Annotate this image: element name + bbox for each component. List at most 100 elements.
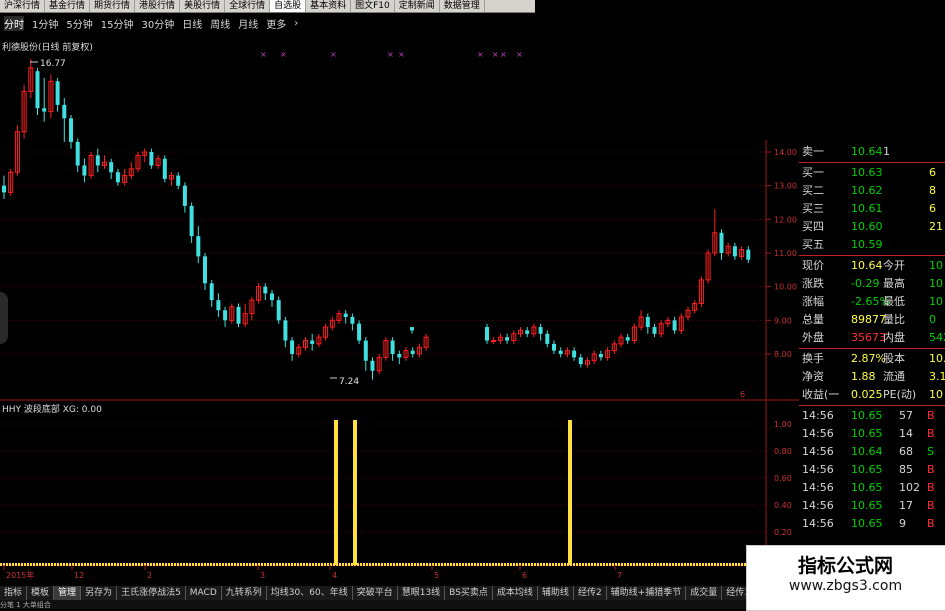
baseline-dot (18, 563, 20, 566)
baseline-dot (9, 563, 11, 566)
toolbar-left-knob-icon[interactable] (0, 292, 8, 344)
period-tab[interactable]: 15分钟 (101, 16, 134, 31)
baseline-dot (231, 563, 233, 566)
indicator-tab[interactable]: 指标 (0, 586, 28, 600)
top-tab[interactable]: 图文F10 (351, 0, 395, 12)
baseline-dot (291, 563, 293, 566)
bid-row: 买二 10.62 8 (799, 182, 945, 200)
indicator-tab[interactable]: 模板 (27, 586, 55, 600)
baseline-dot (402, 563, 404, 566)
candle-body (652, 327, 657, 334)
baseline-dot (87, 563, 89, 566)
baseline-dot (654, 563, 656, 566)
candle-body (42, 108, 47, 112)
baseline-dot (360, 563, 362, 566)
baseline-dot (636, 563, 638, 566)
candle-body (109, 162, 114, 173)
candle-body (746, 249, 751, 260)
price-tick-label: 10.00 (774, 283, 797, 292)
baseline-dot (327, 563, 329, 566)
top-tab[interactable]: 美股行情 (180, 0, 226, 12)
candle-body (410, 327, 414, 331)
tick-time: 14:56 (802, 499, 834, 512)
top-tab[interactable]: 沪深行情 (0, 0, 46, 12)
baseline-dot (261, 563, 263, 566)
baseline-dot (684, 563, 686, 566)
indicator-tab[interactable]: 成本均线 (493, 586, 538, 600)
period-tab[interactable]: 30分钟 (141, 16, 174, 31)
baseline-dot (333, 563, 335, 566)
baseline-dot (186, 563, 188, 566)
indicator-tab[interactable]: 王氏涨停战法5 (117, 586, 186, 600)
indicator-tab[interactable]: 管理 (54, 586, 82, 600)
indicator-tab[interactable]: BS买卖点 (445, 586, 493, 600)
signal-bar (334, 420, 338, 565)
high-price-label: 16.77 (40, 59, 66, 69)
chart-area[interactable]: 14.00 13.00 12.00 11.00 10.00 9.00 8.00 1.00 0.8… (0, 32, 800, 586)
baseline-dot (297, 563, 299, 566)
period-tab[interactable]: 分时 (4, 15, 24, 31)
period-tab[interactable]: 月线 (238, 16, 258, 31)
top-tab[interactable]: 数据管理 (440, 0, 485, 12)
baseline-dot (138, 563, 140, 566)
baseline-dot (141, 563, 143, 566)
top-tab[interactable]: 全球行情 (225, 0, 271, 12)
baseline-dot (609, 563, 611, 566)
baseline-dot (252, 563, 254, 566)
indicator-tab[interactable]: 均线30、60、年线 (267, 586, 353, 600)
baseline-dot (21, 563, 23, 566)
top-tab[interactable]: 期货行情 (90, 0, 136, 12)
indicator-tab[interactable]: 突破平台 (353, 586, 398, 600)
tick-row: 14:56 10.64 68 S (799, 443, 945, 461)
tick-volume: 102 (899, 481, 920, 494)
baseline-dot (585, 563, 587, 566)
indicator-tab[interactable]: 慧眼13线 (398, 586, 446, 600)
period-tab[interactable]: 1分钟 (32, 16, 58, 31)
baseline-dot (606, 563, 608, 566)
indicator-tick-label: 0.20 (774, 528, 792, 537)
indicator-tab[interactable]: 另存为 (81, 586, 118, 600)
indicator-tab[interactable]: 辅助线 (538, 586, 574, 600)
chevron-right-icon[interactable]: › (294, 18, 298, 29)
baseline-dot (129, 563, 131, 566)
baseline-dot (396, 563, 398, 566)
event-marker-icon: × (260, 50, 267, 59)
period-tab[interactable]: 周线 (210, 16, 230, 31)
baseline-dot (183, 563, 185, 566)
quote-value: 10.62 (851, 184, 883, 197)
candle-body (572, 350, 577, 358)
period-tab[interactable]: 5分钟 (66, 16, 92, 31)
baseline-dot (156, 563, 158, 566)
baseline-dot (459, 563, 461, 566)
indicator-tab[interactable]: 辅助线+捕猎季节 (607, 586, 687, 600)
indicator-tab[interactable]: MACD (186, 586, 222, 600)
indicator-tab[interactable]: 成交量 (686, 586, 723, 600)
tick-price: 10.65 (851, 481, 883, 494)
baseline-dot (234, 563, 236, 566)
candle-body (538, 327, 543, 334)
period-tab[interactable]: 更多 (266, 16, 286, 31)
top-tab[interactable]: 定制新闻 (395, 0, 440, 12)
quote-label: 今开 (883, 259, 905, 272)
baseline-dot (207, 563, 209, 566)
candle-body (552, 343, 556, 351)
tick-price: 10.64 (851, 445, 883, 458)
indicator-tab[interactable]: 九转系列 (222, 586, 267, 600)
baseline-dot (399, 563, 401, 566)
candle-body (290, 340, 295, 354)
quote-value: 10 (929, 259, 943, 272)
top-tab[interactable]: 港股行情 (135, 0, 181, 12)
time-tick-label: 6 (522, 571, 527, 580)
baseline-dot (489, 563, 491, 566)
indicator-tab[interactable]: 经传2 (574, 586, 607, 600)
baseline-dot (483, 563, 485, 566)
baseline-dot (84, 563, 86, 566)
top-tab[interactable]: 基本资料 (306, 0, 352, 12)
quote-value: 10. (929, 352, 945, 365)
top-tab[interactable]: 基金行情 (45, 0, 91, 12)
event-marker-icon: × (330, 50, 337, 59)
baseline-dot (447, 563, 449, 566)
period-tab[interactable]: 日线 (182, 16, 202, 31)
quote-value: 6 (929, 166, 936, 179)
top-tab[interactable]: 自选股 (270, 0, 307, 12)
